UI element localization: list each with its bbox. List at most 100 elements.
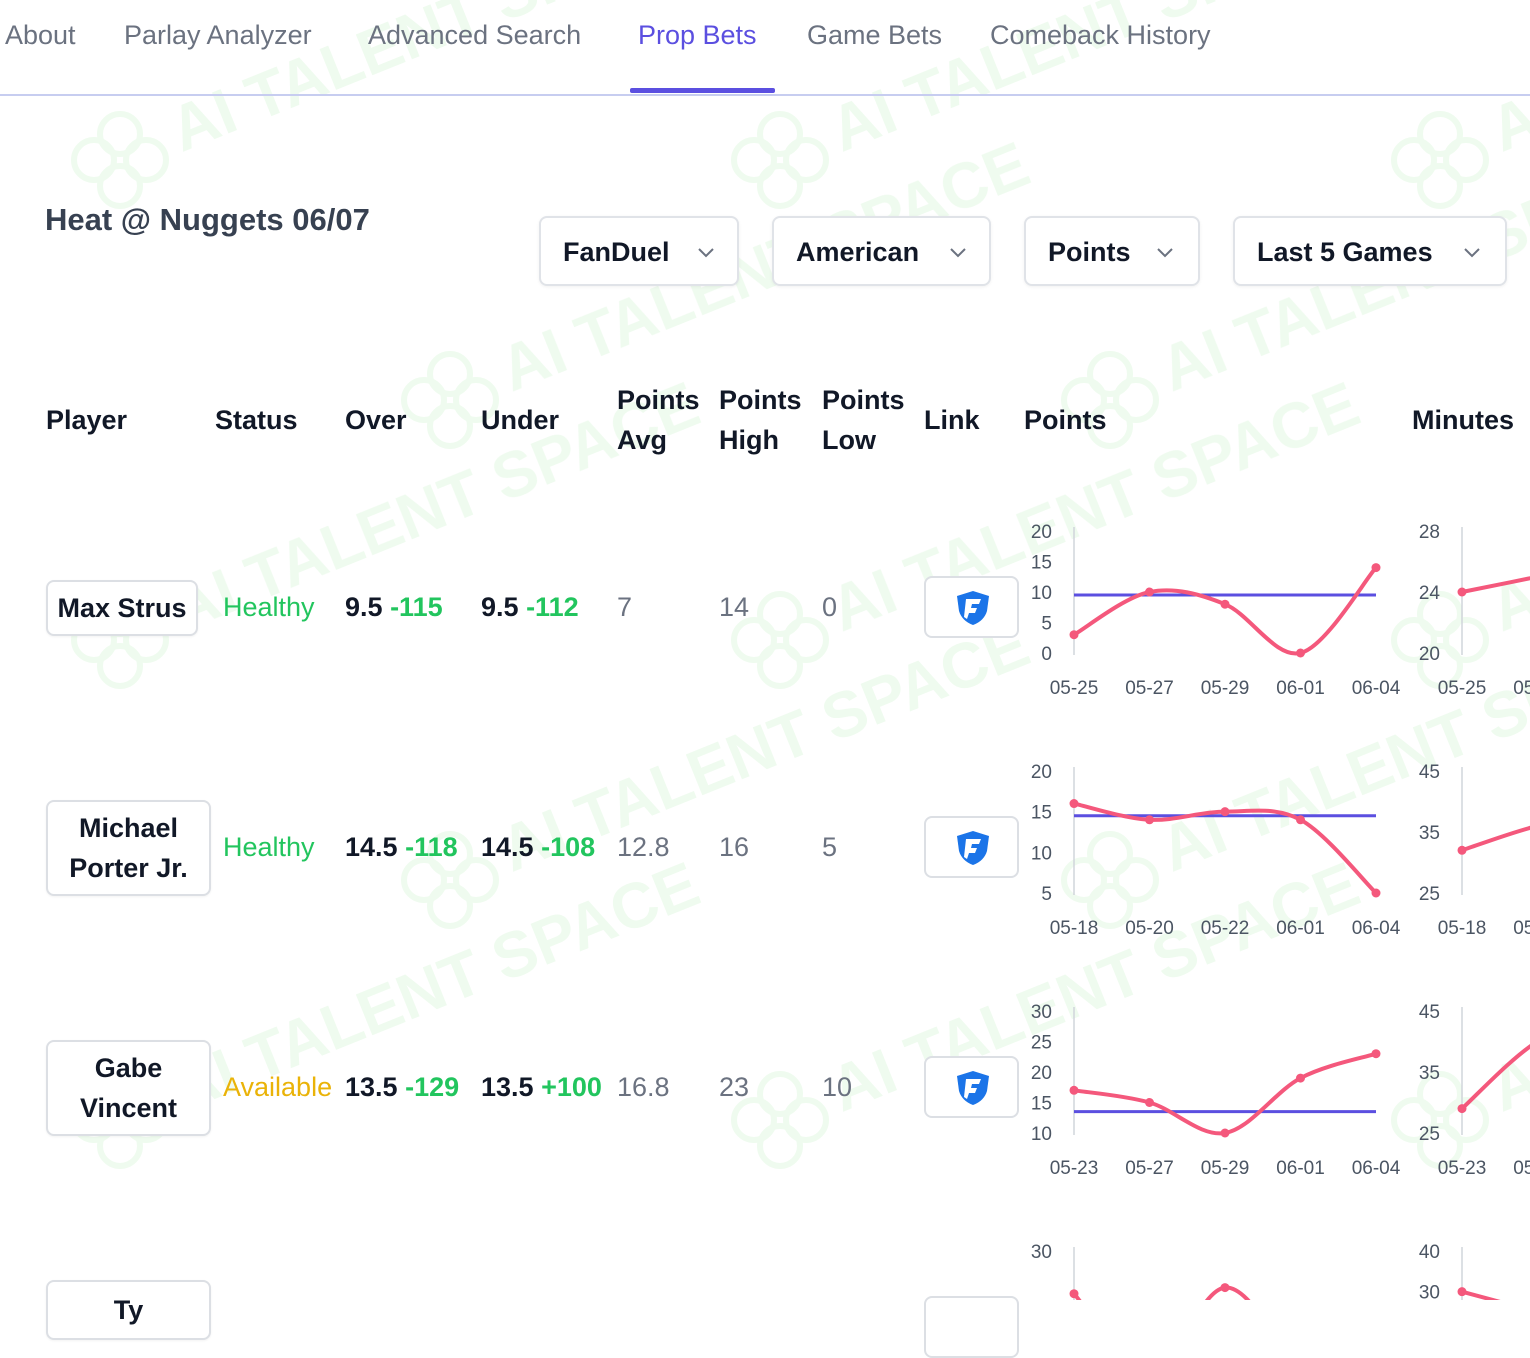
chevron-down-icon: [698, 248, 714, 258]
header-points-avg-line2: Avg: [617, 425, 668, 455]
header-points-high: Points High: [719, 380, 802, 460]
x-tick-label: 06-04: [1352, 918, 1401, 939]
header-under: Under: [481, 405, 560, 435]
tab-prop-bets[interactable]: Prop Bets: [638, 20, 757, 51]
points-high-value: 14: [719, 592, 750, 622]
player-button-michael-porter-jr[interactable]: Michael Porter Jr.: [46, 800, 211, 896]
player-name-line: Porter Jr.: [69, 853, 188, 883]
under-odds: +100: [541, 1072, 602, 1102]
fanduel-link-button[interactable]: [924, 816, 1019, 878]
under-cell: 14.5 -108: [481, 832, 595, 863]
x-tick-label: 06-04: [1352, 1158, 1401, 1179]
y-tick-label: 5: [1041, 884, 1052, 905]
y-tick-label: 20: [1031, 1063, 1052, 1084]
series-line: [1460, 1289, 1501, 1300]
under-cell: 9.5 -112: [481, 592, 579, 623]
header-minutes-chart: Minutes: [1412, 405, 1515, 435]
points-chart: 2030: [1031, 1242, 1251, 1300]
y-tick-label: 15: [1031, 1094, 1052, 1115]
data-point: [1069, 1289, 1079, 1299]
y-tick-label: 25: [1031, 1033, 1052, 1054]
data-point: [1220, 807, 1230, 817]
series-line: [1460, 825, 1530, 853]
under-line: 9.5: [481, 592, 519, 622]
y-tick-label: 10: [1031, 583, 1052, 604]
y-tick-label: 30: [1031, 1242, 1052, 1263]
fanduel-link-button[interactable]: [924, 1296, 1019, 1358]
points-low-value: 5: [822, 832, 838, 862]
x-tick-label: 05-18: [1050, 918, 1099, 939]
data-point: [1296, 648, 1305, 658]
data-point: [1220, 1283, 1230, 1293]
under-cell: 13.5 +100: [481, 1072, 602, 1103]
points-low-value: 0: [822, 592, 838, 622]
player-name-line: Max Strus: [57, 593, 187, 623]
header-points-avg-line1: Points: [617, 385, 700, 415]
data-point: [1457, 1287, 1467, 1297]
fanduel-link-button[interactable]: [924, 576, 1019, 638]
player-name-line: Michael: [78, 813, 179, 843]
y-tick-label: 28: [1419, 522, 1440, 543]
data-point: [1296, 815, 1305, 825]
x-tick-label: 05-23: [1050, 1158, 1099, 1179]
tab-game-bets[interactable]: Game Bets: [807, 20, 942, 51]
x-tick-label: 05-23: [1438, 1158, 1487, 1179]
minutes-chart: 30 40: [1419, 1242, 1501, 1300]
x-tick-label: 05-29: [1201, 678, 1250, 699]
fanduel-logo-icon: [957, 831, 989, 865]
active-tab-indicator: [630, 88, 775, 93]
y-tick-label: 10: [1031, 1124, 1052, 1145]
data-point: [1145, 587, 1154, 597]
y-tick-label: 0: [1041, 644, 1052, 665]
y-tick-label: 30: [1419, 1283, 1440, 1300]
under-odds: -108: [541, 832, 596, 862]
player-button-ty[interactable]: Ty: [46, 1280, 211, 1340]
player-button-max-strus[interactable]: Max Strus: [46, 580, 198, 636]
tab-parlay-analyzer[interactable]: Parlay Analyzer: [124, 20, 312, 51]
range-select[interactable]: Last 5 Games: [1233, 216, 1507, 286]
sportsbook-select[interactable]: FanDuel: [539, 216, 739, 286]
series-line: [1072, 565, 1378, 656]
over-odds: -118: [405, 832, 458, 862]
x-tick-label: 05-27: [1125, 1158, 1174, 1179]
sportsbook-select-value: FanDuel: [563, 237, 670, 267]
points-chart: 10 15 20 25 30 05-23 05-27 05-29 06-01 06-04: [1031, 1002, 1401, 1179]
x-tick-label: 05-20: [1125, 918, 1174, 939]
y-tick-label: 45: [1419, 762, 1440, 783]
data-point: [1145, 1098, 1154, 1107]
game-title: Heat @ Nuggets 06/07: [45, 202, 370, 237]
over-odds: -129: [405, 1072, 460, 1102]
x-tick-label: 05-27: [1513, 678, 1530, 699]
x-tick-label: 06-01: [1276, 918, 1325, 939]
y-tick-label: 15: [1031, 553, 1052, 574]
header-points-high-line1: Points: [719, 385, 802, 415]
data-point: [1220, 599, 1230, 609]
player-name-line: Vincent: [79, 1093, 178, 1123]
player-name-line: Gabe: [94, 1053, 163, 1083]
points-avg-value: 16.8: [617, 1072, 670, 1102]
over-cell: 13.5 -129: [345, 1072, 459, 1103]
player-name-line: Ty: [113, 1295, 144, 1325]
minutes-chart: 20242805-2505-2705-2906-0106-04: [1419, 522, 1530, 699]
player-button-gabe-vincent[interactable]: Gabe Vincent: [46, 1040, 211, 1136]
y-tick-label: 10: [1031, 843, 1052, 864]
points-chart: 5 10 15 20 05-18 05-20 05-22 06-01 06-04: [1031, 762, 1401, 939]
header-points-high-line2: High: [719, 425, 779, 455]
x-tick-label: 05-25: [1050, 678, 1099, 699]
over-line: 9.5: [345, 592, 383, 622]
data-point: [1371, 563, 1381, 573]
over-line: 14.5: [345, 832, 398, 862]
y-tick-label: 35: [1419, 823, 1440, 844]
data-point: [1069, 799, 1079, 809]
under-line: 14.5: [481, 832, 534, 862]
odds-format-select[interactable]: American: [772, 216, 991, 286]
fanduel-link-button[interactable]: [924, 1056, 1019, 1118]
stat-select[interactable]: Points: [1024, 216, 1200, 286]
data-point: [1457, 845, 1467, 855]
x-tick-label: 05-22: [1201, 918, 1250, 939]
tab-comeback-history[interactable]: Comeback History: [990, 20, 1211, 51]
minutes-chart: 25354505-1805-2005-2206-0106-04: [1419, 762, 1530, 939]
tab-advanced-search[interactable]: Advanced Search: [368, 20, 581, 51]
fanduel-logo-icon: [957, 1071, 989, 1105]
tab-about[interactable]: About: [5, 20, 76, 51]
